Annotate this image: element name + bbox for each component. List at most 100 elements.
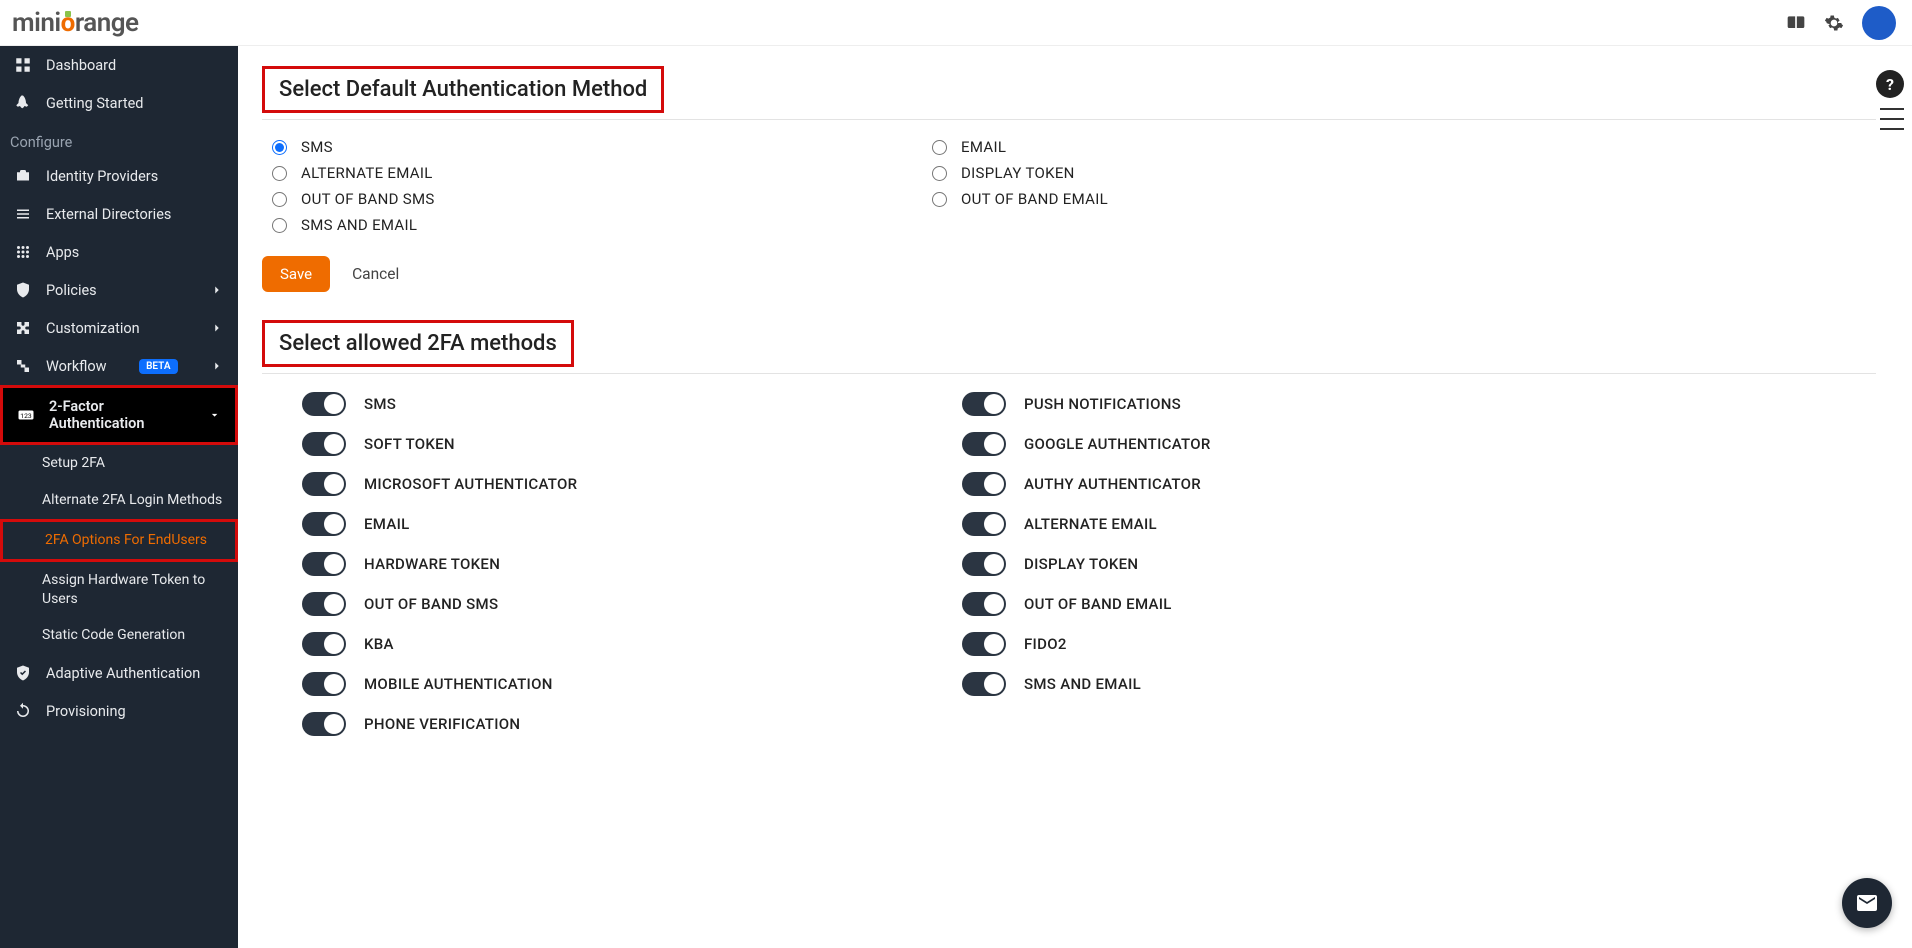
- sidebar-item-identity-providers[interactable]: Identity Providers: [0, 157, 238, 195]
- radio-sms[interactable]: SMS: [272, 138, 872, 156]
- radio-input[interactable]: [272, 218, 287, 233]
- toggle-switch[interactable]: [302, 512, 346, 536]
- divider: [262, 119, 1876, 120]
- toggle-label: OUT OF BAND SMS: [364, 595, 498, 613]
- radio-sms-and-email[interactable]: SMS AND EMAIL: [272, 216, 872, 234]
- toggle-switch[interactable]: [302, 712, 346, 736]
- briefcase-icon: [14, 167, 32, 185]
- flow-icon: [14, 357, 32, 375]
- toggle-switch[interactable]: [302, 392, 346, 416]
- default-method-radios: SMS ALTERNATE EMAIL OUT OF BAND SMS SMS AND…: [272, 138, 1876, 234]
- radio-input[interactable]: [272, 140, 287, 155]
- sidebar-item-label: Apps: [46, 244, 79, 261]
- radio-display-token[interactable]: DISPLAY TOKEN: [932, 164, 1108, 182]
- radio-label: DISPLAY TOKEN: [961, 164, 1075, 182]
- logo-pre: mini: [12, 8, 61, 38]
- toggle-switch[interactable]: [302, 672, 346, 696]
- allowed-methods-toggles: SMS SOFT TOKEN MICROSOFT AUTHENTICATOR EMAI…: [302, 392, 1876, 736]
- save-button[interactable]: Save: [262, 256, 330, 292]
- sidebar-item-label: Provisioning: [46, 703, 126, 720]
- radio-label: SMS: [301, 138, 333, 156]
- toggle-switch[interactable]: [962, 592, 1006, 616]
- chevron-right-icon: [210, 359, 224, 373]
- sidebar-item-2fa[interactable]: 123 2-Factor Authentication: [0, 385, 238, 445]
- radio-input[interactable]: [932, 192, 947, 207]
- sidebar-item-customization[interactable]: Customization: [0, 309, 238, 347]
- sidebar-sub-2fa-options-for-endusers[interactable]: 2FA Options For EndUsers: [0, 519, 238, 562]
- chevron-right-icon: [210, 321, 224, 335]
- sidebar-item-policies[interactable]: Policies: [0, 271, 238, 309]
- gear-icon[interactable]: [1824, 13, 1844, 33]
- radio-email[interactable]: EMAIL: [932, 138, 1108, 156]
- toggle-row-alternate-email: ALTERNATE EMAIL: [962, 512, 1211, 536]
- avatar[interactable]: [1862, 6, 1896, 40]
- help-icon[interactable]: ?: [1876, 70, 1904, 98]
- toggle-row-soft-token: SOFT TOKEN: [302, 432, 902, 456]
- sidebar-sub-alternate-2fa-login-methods[interactable]: Alternate 2FA Login Methods: [0, 482, 238, 519]
- radio-label: SMS AND EMAIL: [301, 216, 417, 234]
- toggle-label: KBA: [364, 635, 394, 653]
- toggle-switch[interactable]: [962, 472, 1006, 496]
- top-icons: [1786, 6, 1896, 40]
- action-buttons: Save Cancel: [262, 256, 1876, 292]
- toggle-label: EMAIL: [364, 515, 410, 533]
- toggle-switch[interactable]: [962, 392, 1006, 416]
- toggle-row-email: EMAIL: [302, 512, 902, 536]
- sidebar-item-workflow[interactable]: WorkflowBETA: [0, 347, 238, 385]
- chevron-down-icon: [208, 408, 221, 422]
- toggle-switch[interactable]: [302, 472, 346, 496]
- radio-input[interactable]: [932, 166, 947, 181]
- toggle-switch[interactable]: [962, 432, 1006, 456]
- toggle-row-hardware-token: HARDWARE TOKEN: [302, 552, 902, 576]
- sidebar-sub-setup-2fa[interactable]: Setup 2FA: [0, 445, 238, 482]
- toggle-row-authy-authenticator: AUTHY AUTHENTICATOR: [962, 472, 1211, 496]
- toggle-label: MICROSOFT AUTHENTICATOR: [364, 475, 577, 493]
- radio-alternate-email[interactable]: ALTERNATE EMAIL: [272, 164, 872, 182]
- logo-accent: o: [61, 8, 75, 38]
- toggle-switch[interactable]: [962, 552, 1006, 576]
- radio-out-of-band-email[interactable]: OUT OF BAND EMAIL: [932, 190, 1108, 208]
- sidebar-item-label: Dashboard: [46, 57, 116, 74]
- sidebar-item-dashboard[interactable]: Dashboard: [0, 46, 238, 84]
- section-allowed-title: Select allowed 2FA methods: [262, 320, 574, 367]
- toggle-label: PUSH NOTIFICATIONS: [1024, 395, 1181, 413]
- number-icon: 123: [17, 406, 35, 424]
- hamburger-icon[interactable]: [1880, 108, 1904, 130]
- radio-label: EMAIL: [961, 138, 1006, 156]
- toggle-switch[interactable]: [962, 672, 1006, 696]
- toggle-switch[interactable]: [962, 512, 1006, 536]
- sidebar-item-provisioning[interactable]: Provisioning: [0, 692, 238, 730]
- topbar: miniorange: [0, 0, 1912, 46]
- toggle-row-microsoft-authenticator: MICROSOFT AUTHENTICATOR: [302, 472, 902, 496]
- toggle-switch[interactable]: [302, 632, 346, 656]
- logo[interactable]: miniorange: [8, 8, 139, 38]
- toggle-row-sms-and-email: SMS AND EMAIL: [962, 672, 1211, 696]
- toggle-label: SMS: [364, 395, 396, 413]
- sync-icon: [14, 702, 32, 720]
- chevron-right-icon: [210, 283, 224, 297]
- sidebar-item-getting-started[interactable]: Getting Started: [0, 84, 238, 122]
- sidebar-item-apps[interactable]: Apps: [0, 233, 238, 271]
- book-icon[interactable]: [1786, 13, 1806, 33]
- sidebar-item-adaptive-authentication[interactable]: Adaptive Authentication: [0, 654, 238, 692]
- toggle-switch[interactable]: [302, 552, 346, 576]
- cancel-button[interactable]: Cancel: [352, 265, 399, 283]
- toggle-label: ALTERNATE EMAIL: [1024, 515, 1157, 533]
- radio-input[interactable]: [932, 140, 947, 155]
- grid-icon: [14, 56, 32, 74]
- radio-input[interactable]: [272, 166, 287, 181]
- toggle-switch[interactable]: [302, 592, 346, 616]
- sidebar-item-label: Workflow: [46, 358, 107, 375]
- sidebar-item-external-directories[interactable]: External Directories: [0, 195, 238, 233]
- chat-icon[interactable]: [1842, 878, 1892, 928]
- sidebar-sub-assign-hardware-token-to-users[interactable]: Assign Hardware Token to Users: [0, 562, 238, 618]
- sidebar-sub-static-code-generation[interactable]: Static Code Generation: [0, 617, 238, 654]
- toggle-switch[interactable]: [302, 432, 346, 456]
- sidebar-item-label: Adaptive Authentication: [46, 665, 200, 682]
- toggle-row-phone-verification: PHONE VERIFICATION: [302, 712, 902, 736]
- toggle-switch[interactable]: [962, 632, 1006, 656]
- radio-input[interactable]: [272, 192, 287, 207]
- radio-label: ALTERNATE EMAIL: [301, 164, 433, 182]
- main-content: Select Default Authentication Method SMS…: [238, 46, 1912, 948]
- radio-out-of-band-sms[interactable]: OUT OF BAND SMS: [272, 190, 872, 208]
